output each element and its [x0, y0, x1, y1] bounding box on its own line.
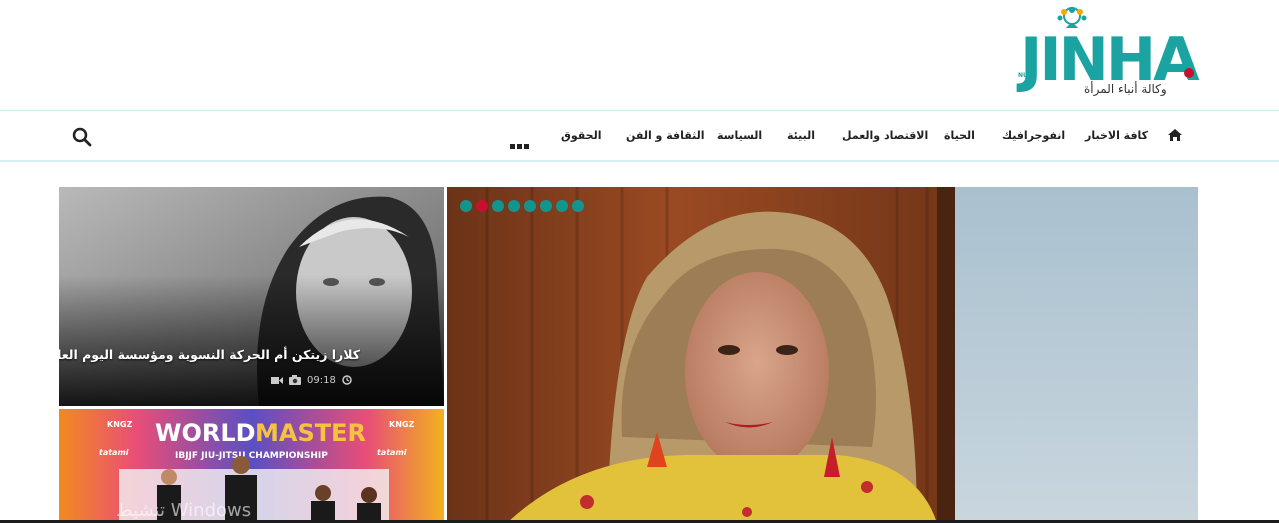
clock-icon — [342, 375, 352, 385]
slider-dot[interactable] — [540, 200, 552, 212]
banner-logo-tatami-right: tatami — [377, 448, 407, 457]
banner-subtitle: IBJJF JIU-JITSU CHAMPIONSHIP — [175, 451, 328, 461]
slider-dot[interactable] — [460, 200, 472, 212]
banner-logo-kngz: KNGZ — [107, 420, 132, 429]
camera-icon — [289, 375, 301, 385]
banner-word-1: WORLD — [155, 419, 256, 447]
card-meta: 09:18 — [271, 373, 352, 387]
nav-item-all-news[interactable]: كافة الاخبار — [1085, 129, 1148, 142]
nav-item-rights[interactable]: الحقوق — [561, 129, 601, 142]
banner-logo-tatami: tatami — [99, 448, 129, 457]
site-logo[interactable]: NU JINHA وكالة أنباء المرأة — [1018, 6, 1200, 102]
site-header: NU JINHA وكالة أنباء المرأة — [0, 0, 1279, 110]
featured-slide[interactable] — [447, 187, 1198, 523]
nav-item-environment[interactable]: البيئة — [787, 129, 815, 142]
main-nav: كافة الاخبار انفوجرافيك الحياة الاقتصاد … — [0, 110, 1279, 162]
nav-item-infographic[interactable]: انفوجرافيك — [1002, 129, 1065, 142]
slider-dot[interactable] — [492, 200, 504, 212]
card-time: 09:18 — [307, 374, 336, 386]
slider-dot[interactable] — [476, 200, 488, 212]
nav-item-politics[interactable]: السياسة — [717, 129, 762, 142]
logo-tagline: وكالة أنباء المرأة — [1084, 82, 1167, 96]
search-icon[interactable] — [72, 127, 92, 147]
slider-dot[interactable] — [572, 200, 584, 212]
card-title[interactable]: كلارا زيتكن أم الحركة النسوية ومؤسسة الي… — [59, 347, 360, 362]
logo-dot — [1184, 68, 1194, 78]
slider-dot[interactable] — [524, 200, 536, 212]
nav-item-economy[interactable]: الاقتصاد والعمل — [842, 129, 928, 142]
slider-dot[interactable] — [508, 200, 520, 212]
home-icon[interactable] — [1167, 128, 1183, 142]
featured-photo — [447, 187, 1198, 523]
more-icon[interactable] — [510, 134, 532, 149]
nav-item-culture[interactable]: الثقافة و الفن — [626, 129, 705, 142]
slider-dot[interactable] — [556, 200, 568, 212]
video-icon — [271, 376, 283, 384]
banner-logo-kngz-right: KNGZ — [389, 420, 414, 429]
slider-dots — [460, 200, 584, 212]
card-photo — [59, 187, 444, 406]
banner-word-2: MASTER — [255, 419, 366, 447]
nav-item-life[interactable]: الحياة — [944, 129, 975, 142]
news-card-clara-zetkin[interactable]: كلارا زيتكن أم الحركة النسوية ومؤسسة الي… — [59, 187, 444, 406]
windows-activation-watermark: تنشيط Windows — [116, 500, 252, 521]
